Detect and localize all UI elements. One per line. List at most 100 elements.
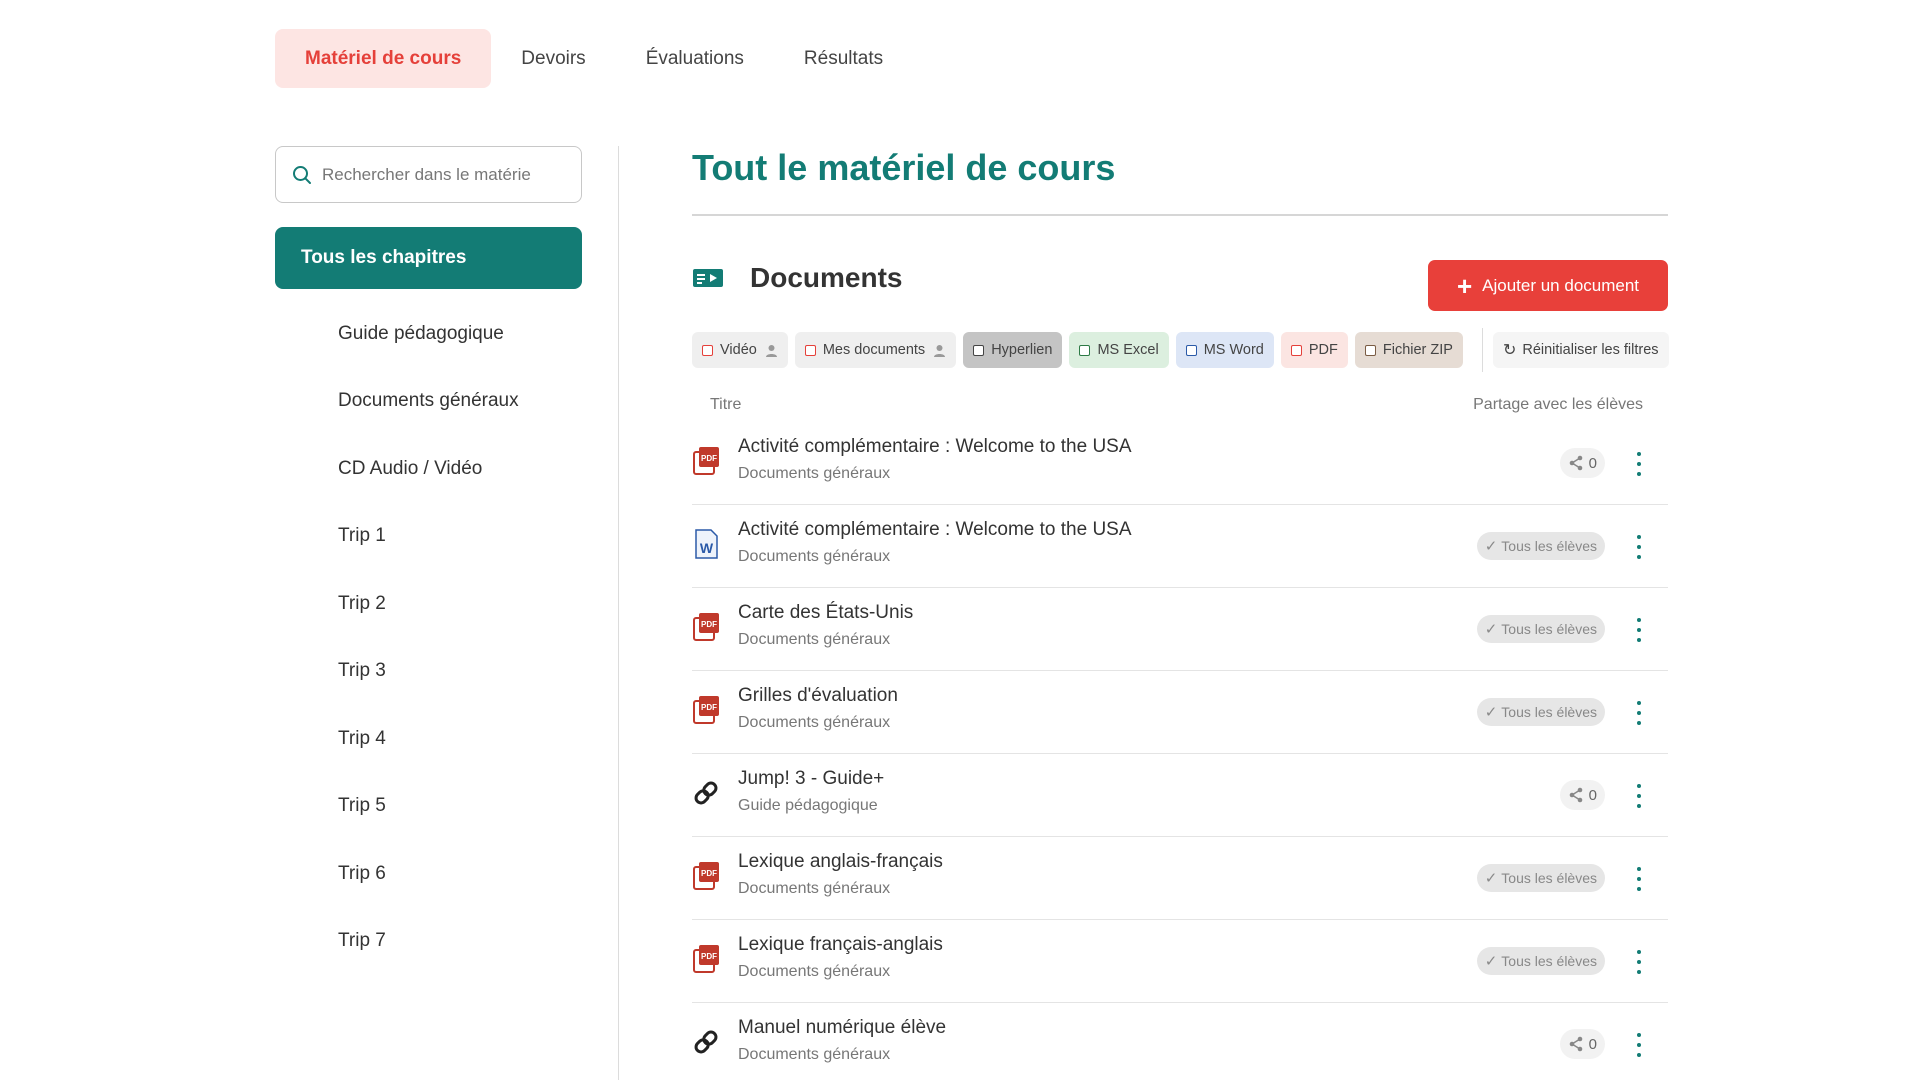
checkbox-icon	[804, 344, 816, 356]
title-divider	[692, 214, 1668, 216]
chapter-item[interactable]: Trip 6	[338, 840, 519, 908]
filter-mes-documents[interactable]: Mes documents	[794, 332, 957, 368]
svg-text:PDF: PDF	[701, 869, 717, 878]
tab-devoirs[interactable]: Devoirs	[491, 29, 615, 88]
check-icon: ✓	[1484, 953, 1498, 970]
document-row[interactable]: Jump! 3 - Guide+ Guide pédagogique 0	[692, 754, 1668, 837]
chapter-item[interactable]: Guide pédagogique	[338, 300, 519, 368]
plus-icon: +	[1456, 270, 1473, 301]
document-title[interactable]: Activité complémentaire : Welcome to the…	[738, 436, 1132, 458]
shared-all-badge[interactable]: ✓ Tous les élèves	[1476, 947, 1605, 975]
person-icon	[765, 344, 777, 357]
share-count: 0	[1588, 454, 1597, 472]
chapter-item[interactable]: Documents généraux	[338, 368, 519, 436]
search-icon	[293, 165, 311, 184]
document-row[interactable]: W Activité complémentaire : Welcome to t…	[692, 505, 1668, 588]
chapter-item[interactable]: CD Audio / Vidéo	[338, 435, 519, 503]
chapter-item[interactable]: Trip 3	[338, 638, 519, 706]
more-options-icon[interactable]	[1632, 864, 1646, 894]
more-options-icon[interactable]	[1632, 781, 1646, 811]
checkbox-icon	[1364, 344, 1376, 356]
shared-all-badge[interactable]: ✓ Tous les élèves	[1476, 864, 1605, 892]
add-document-button[interactable]: + Ajouter un document	[1428, 260, 1668, 311]
svg-text:PDF: PDF	[701, 454, 717, 463]
document-row[interactable]: PDF Lexique français-anglais Documents gé…	[692, 920, 1668, 1003]
more-options-icon[interactable]	[1632, 698, 1646, 728]
document-chapter: Documents généraux	[738, 465, 891, 482]
filter-ms-word[interactable]: MS Word	[1175, 332, 1274, 368]
refresh-icon: ↻	[1502, 342, 1517, 359]
document-row[interactable]: Manuel numérique élève Documents généraux…	[692, 1003, 1668, 1080]
search-box	[275, 146, 582, 203]
pdf-file-icon: PDF	[693, 613, 719, 641]
filter-label: PDF	[1308, 342, 1338, 358]
tab-evaluations[interactable]: Évaluations	[616, 29, 774, 88]
check-icon: ✓	[1484, 704, 1498, 721]
document-title[interactable]: Carte des États-Unis	[738, 602, 913, 624]
more-options-icon[interactable]	[1632, 1030, 1646, 1060]
share-icon	[1569, 787, 1582, 803]
more-options-icon[interactable]	[1632, 615, 1646, 645]
tab-resultats[interactable]: Résultats	[774, 29, 913, 88]
person-icon	[934, 344, 946, 357]
checkbox-icon	[1290, 344, 1302, 356]
share-icon	[1569, 455, 1582, 471]
share-count: 0	[1588, 786, 1597, 804]
chapter-item[interactable]: Trip 2	[338, 570, 519, 638]
chapter-item[interactable]: Trip 7	[338, 908, 519, 976]
check-icon: ✓	[1484, 538, 1498, 555]
checkbox-icon	[1185, 344, 1197, 356]
check-icon: ✓	[1484, 621, 1498, 638]
document-row[interactable]: PDF Carte des États-Unis Documents généra…	[692, 588, 1668, 671]
svg-text:PDF: PDF	[701, 703, 717, 712]
chapter-all[interactable]: Tous les chapitres	[275, 227, 582, 289]
document-row[interactable]: PDF Lexique anglais-français Documents gé…	[692, 837, 1668, 920]
share-button[interactable]: 0	[1559, 1029, 1605, 1059]
document-title[interactable]: Lexique français-anglais	[738, 934, 943, 956]
more-options-icon[interactable]	[1632, 449, 1646, 479]
chapter-item[interactable]: Trip 4	[338, 705, 519, 773]
tab-materiel-de-cours[interactable]: Matériel de cours	[275, 29, 492, 88]
document-title[interactable]: Lexique anglais-français	[738, 851, 943, 873]
chapter-item[interactable]: Trip 1	[338, 503, 519, 571]
word-file-icon: W	[695, 529, 718, 559]
filter-pdf[interactable]: PDF	[1280, 332, 1348, 368]
document-chapter: Documents généraux	[738, 548, 891, 565]
document-title[interactable]: Activité complémentaire : Welcome to the…	[738, 519, 1132, 541]
checkbox-icon	[1079, 344, 1091, 356]
filter-label: Mes documents	[822, 342, 926, 358]
column-headers: Titre Partage avec les élèves	[692, 396, 1668, 420]
document-row[interactable]: PDF Grilles d'évaluation Documents généra…	[692, 671, 1668, 754]
shared-all-badge[interactable]: ✓ Tous les élèves	[1476, 532, 1605, 560]
share-count: 0	[1588, 1035, 1597, 1053]
filter-video[interactable]: Vidéo	[692, 332, 788, 368]
shared-all-badge[interactable]: ✓ Tous les élèves	[1476, 698, 1605, 726]
document-title[interactable]: Manuel numérique élève	[738, 1017, 946, 1039]
document-title[interactable]: Grilles d'évaluation	[738, 685, 898, 707]
chapter-item[interactable]: Trip 5	[338, 773, 519, 841]
column-share: Partage avec les élèves	[1473, 396, 1643, 413]
document-chapter: Guide pédagogique	[738, 797, 878, 814]
shared-all-label: Tous les élèves	[1501, 870, 1597, 886]
shared-all-label: Tous les élèves	[1501, 953, 1597, 969]
svg-text:PDF: PDF	[701, 952, 717, 961]
checkbox-icon	[973, 344, 985, 356]
shared-all-badge[interactable]: ✓ Tous les élèves	[1476, 615, 1605, 643]
reset-filters-button[interactable]: ↻ Réinitialiser les filtres	[1492, 332, 1669, 368]
share-button[interactable]: 0	[1559, 780, 1605, 810]
document-title[interactable]: Jump! 3 - Guide+	[738, 768, 884, 790]
page-title: Tout le matériel de cours	[692, 147, 1116, 188]
document-row[interactable]: PDF Activité complémentaire : Welcome to…	[692, 422, 1668, 505]
share-button[interactable]: 0	[1559, 448, 1605, 478]
filter-ms-excel[interactable]: MS Excel	[1069, 332, 1169, 368]
svg-text:PDF: PDF	[701, 620, 717, 629]
filter-fichier-zip[interactable]: Fichier ZIP	[1354, 332, 1463, 368]
documents-list: PDF Activité complémentaire : Welcome to…	[692, 422, 1668, 1080]
pdf-file-icon: PDF	[693, 862, 719, 890]
check-icon: ✓	[1484, 870, 1498, 887]
more-options-icon[interactable]	[1632, 947, 1646, 977]
search-input[interactable]	[322, 164, 562, 185]
filter-hyperlien[interactable]: Hyperlien	[963, 332, 1063, 368]
more-options-icon[interactable]	[1632, 532, 1646, 562]
checkbox-icon	[702, 344, 713, 356]
